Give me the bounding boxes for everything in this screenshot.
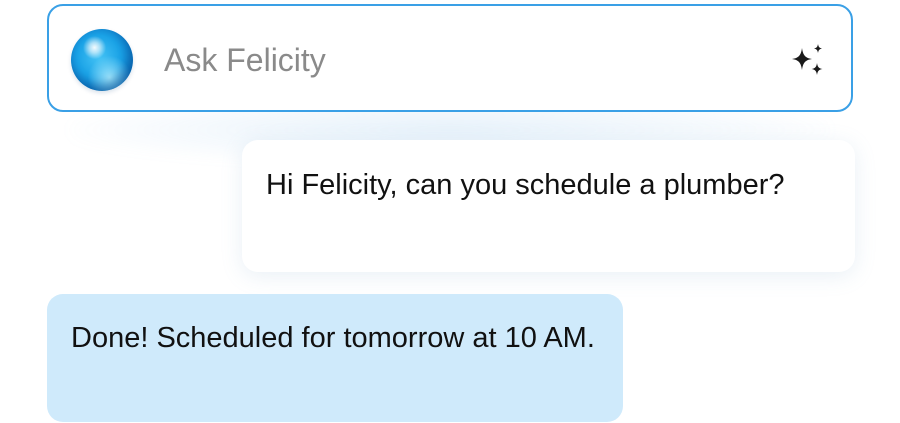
ask-input-placeholder: Ask Felicity	[164, 42, 326, 78]
user-message-bubble: Hi Felicity, can you schedule a plumber?	[242, 140, 855, 272]
felicity-orb-icon	[71, 29, 133, 91]
assistant-message-text: Done! Scheduled for tomorrow at 10 AM.	[71, 322, 595, 354]
chat-panel: Ask Felicity Hi Felicity, can you schedu…	[0, 0, 900, 423]
user-message-text: Hi Felicity, can you schedule a plumber?	[266, 169, 785, 201]
sparkle-icon[interactable]	[789, 42, 827, 80]
ask-felicity-input[interactable]: Ask Felicity	[47, 4, 853, 112]
assistant-message-bubble: Done! Scheduled for tomorrow at 10 AM.	[47, 294, 623, 422]
